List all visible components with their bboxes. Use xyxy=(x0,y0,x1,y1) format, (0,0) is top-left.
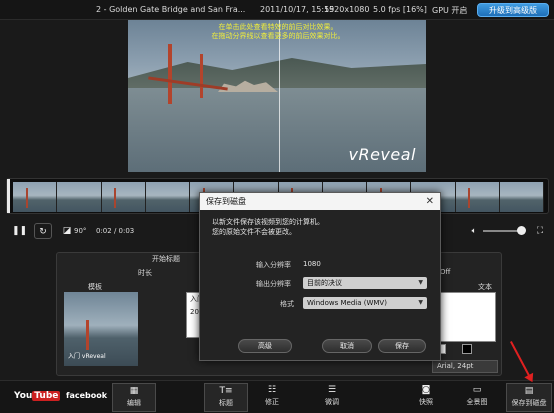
tab-edit[interactable]: ▦ 编辑 xyxy=(112,383,156,412)
tab-fix-label: 修正 xyxy=(265,398,279,406)
dialog-message-line-1: 以新文件保存该视频到您的计算机。 xyxy=(212,218,324,226)
output-resolution-label: 输出分辨率 xyxy=(256,280,291,288)
duration-label: 时长 xyxy=(138,269,152,277)
tab-finetune[interactable]: ☰ 微调 xyxy=(310,383,354,412)
template-label: 模板 xyxy=(88,283,102,291)
thumbnail-bridge xyxy=(86,320,89,350)
dialog-message: 以新文件保存该视频到您的计算机。 您的原始文件不会被更改。 xyxy=(212,217,324,237)
before-after-divider[interactable] xyxy=(279,20,280,172)
youtube-you: You xyxy=(14,391,33,401)
chevron-down-icon: ▼ xyxy=(418,299,423,306)
dialog-title: 保存到磁盘 xyxy=(206,197,246,206)
advanced-button[interactable]: 高级 xyxy=(238,339,292,353)
tab-snapshot[interactable]: ◙ 快照 xyxy=(404,383,448,412)
playhead-handle[interactable] xyxy=(7,179,10,213)
volume-icon[interactable]: 🔈︎ xyxy=(469,223,479,239)
tab-save-to-disk[interactable]: ▤ 保存到磁盘 xyxy=(506,383,552,412)
gpu-status: GPU 开启 xyxy=(432,6,468,15)
font-select[interactable]: Arial, 24pt xyxy=(432,360,498,373)
replay-icon[interactable]: ↻ xyxy=(34,223,52,239)
vreveal-watermark: vReveal xyxy=(348,145,416,164)
rotate-icon[interactable]: ◪ xyxy=(62,223,72,239)
pause-icon[interactable]: ❚❚ xyxy=(12,223,27,239)
tab-save-to-disk-label: 保存到磁盘 xyxy=(511,399,547,407)
tab-titles[interactable]: T≡ 标题 xyxy=(204,383,248,412)
save-to-disk-dialog: 保存到磁盘 ✕ 以新文件保存该视频到您的计算机。 您的原始文件不会被更改。 输入… xyxy=(199,192,441,361)
panorama-icon: ▭ xyxy=(472,385,482,395)
off-label: Off xyxy=(440,268,451,276)
close-icon[interactable]: ✕ xyxy=(426,193,434,210)
template-thumbnail[interactable]: 入门 vReveal xyxy=(64,292,138,366)
fps-readout: 5.0 fps [16%] xyxy=(373,5,427,14)
app-window: 2 - Golden Gate Bridge and San Fra... 20… xyxy=(0,0,554,413)
title-bar: 2 - Golden Gate Bridge and San Fra... 20… xyxy=(0,0,554,20)
tab-finetune-label: 微调 xyxy=(325,398,339,406)
chevron-down-icon: ▼ xyxy=(418,279,423,286)
facebook-share-button[interactable]: facebook xyxy=(66,391,107,400)
rotate-angle: 90° xyxy=(74,227,87,235)
output-resolution-dropdown[interactable]: 目前的决议 ▼ xyxy=(303,277,427,289)
tab-edit-label: 编辑 xyxy=(127,399,141,407)
filmstrip-frame xyxy=(101,182,146,212)
text-label: 文本 xyxy=(478,283,492,291)
timecode: 0:02 / 0:03 xyxy=(96,227,135,235)
thumbnail-caption: 入门 vReveal xyxy=(68,353,106,360)
tab-fix[interactable]: ☷ 修正 xyxy=(250,383,294,412)
title-text-icon: T≡ xyxy=(219,386,233,396)
start-title-heading: 开始标题 xyxy=(152,255,180,263)
filmstrip-frame xyxy=(57,182,102,212)
format-value: Windows Media (WMV) xyxy=(307,299,387,307)
video-resolution: 1920x1080 xyxy=(324,5,370,14)
upgrade-button[interactable]: 升级到高级版 xyxy=(477,3,549,17)
format-label: 格式 xyxy=(280,300,294,308)
fix-sliders-icon: ☷ xyxy=(267,385,277,395)
filmstrip-frame xyxy=(13,182,58,212)
bridge-tower xyxy=(168,44,172,104)
input-resolution-value: 1080 xyxy=(303,260,321,268)
tab-snapshot-label: 快照 xyxy=(419,398,433,406)
volume-slider-knob[interactable] xyxy=(517,226,526,235)
tab-panorama[interactable]: ▭ 全景图 xyxy=(455,383,499,412)
youtube-tube: Tube xyxy=(32,391,61,401)
dialog-message-line-2: 您的原始文件不会被更改。 xyxy=(212,228,296,236)
film-edit-icon: ▦ xyxy=(129,386,139,396)
format-dropdown[interactable]: Windows Media (WMV) ▼ xyxy=(303,297,427,309)
camera-icon: ◙ xyxy=(421,385,431,395)
video-title: 2 - Golden Gate Bridge and San Fra... xyxy=(96,5,246,14)
annotation-arrow xyxy=(510,341,533,381)
filmstrip-frame xyxy=(145,182,190,212)
filmstrip-frame xyxy=(499,182,544,212)
cancel-button[interactable]: 取消 xyxy=(322,339,372,353)
color-pickers xyxy=(436,344,500,356)
input-resolution-label: 输入分辨率 xyxy=(256,261,291,269)
outline-color-swatch[interactable] xyxy=(462,344,472,354)
tune-sliders-icon: ☰ xyxy=(327,385,337,395)
compare-hint-line-2: 在拖动分界线以查看更多的前后效果对比。 xyxy=(211,32,345,40)
youtube-share-button[interactable]: You Tube xyxy=(14,391,61,401)
fullscreen-icon[interactable]: ⛶ xyxy=(534,223,546,239)
filmstrip-frame xyxy=(455,182,500,212)
dialog-titlebar: 保存到磁盘 ✕ xyxy=(200,193,440,210)
tab-titles-label: 标题 xyxy=(219,399,233,407)
save-button[interactable]: 保存 xyxy=(378,339,426,353)
tab-panorama-label: 全景图 xyxy=(466,398,488,406)
output-resolution-value: 目前的决议 xyxy=(307,279,342,287)
film-save-icon: ▤ xyxy=(524,386,534,396)
video-preview[interactable]: 在单击此处查看特效的前后对比效果。 在拖动分界线以查看更多的前后效果对比。 vR… xyxy=(128,20,426,172)
bridge-tower xyxy=(200,54,203,98)
